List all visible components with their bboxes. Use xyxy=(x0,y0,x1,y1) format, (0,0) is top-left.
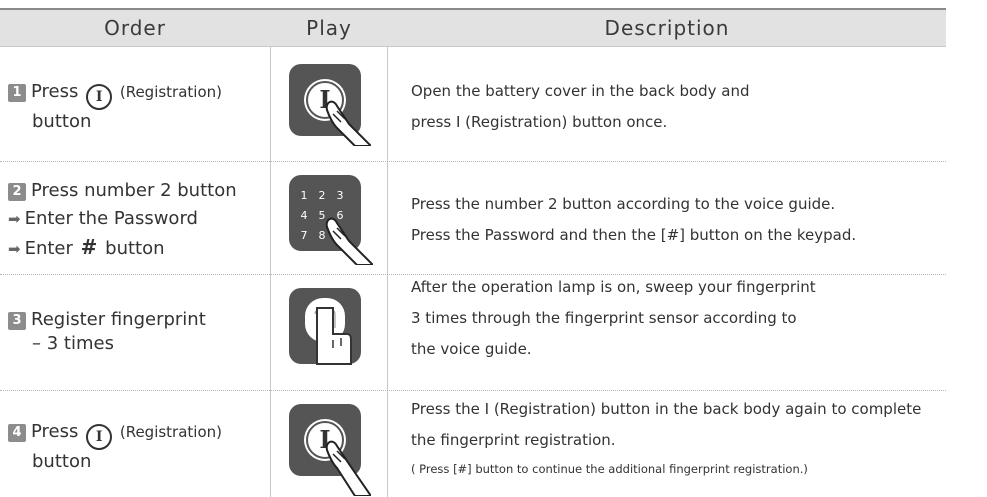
order-line: 2 Press number 2 button xyxy=(8,177,268,205)
order-cell: 1 Press I (Registration) button xyxy=(8,80,268,134)
description-line: Open the battery cover in the back body … xyxy=(411,82,750,100)
description-line: 3 times through the fingerprint sensor a… xyxy=(411,309,797,327)
keypad-key: 2 xyxy=(319,189,326,202)
description-line: After the operation lamp is on, sweep yo… xyxy=(411,278,816,296)
keypad-key: 1 xyxy=(301,189,308,202)
order-cell: 3 Register fingerprint – 3 times xyxy=(8,308,268,356)
order-text: Enter xyxy=(24,238,73,259)
description-cell: Open the battery cover in the back body … xyxy=(411,76,987,138)
order-text: Enter the Password xyxy=(24,208,198,229)
order-line: – 3 times xyxy=(32,333,114,354)
keypad-key: 5 xyxy=(319,209,326,222)
play-cell: I xyxy=(271,390,387,497)
order-text: Register fingerprint xyxy=(31,309,206,330)
description-cell: After the operation lamp is on, sweep yo… xyxy=(411,272,987,365)
hash-key-icon: # xyxy=(80,235,98,259)
description-cell: Press the number 2 button according to t… xyxy=(411,189,987,251)
table-header: Order Play Description xyxy=(0,10,946,47)
play-cell xyxy=(271,274,387,390)
play-cell: 1 2 3 4 5 6 7 8 xyxy=(271,161,387,274)
order-text: (Registration) xyxy=(119,423,223,441)
play-cell: I xyxy=(271,46,387,161)
fingerprint-sweep-icon xyxy=(289,288,361,365)
order-line: button xyxy=(32,451,92,472)
header-description: Description xyxy=(604,16,730,40)
step-number-badge: 2 xyxy=(8,183,26,201)
step-number-badge: 3 xyxy=(8,312,26,330)
order-text: (Registration) xyxy=(119,83,223,101)
order-line: ➡ Enter the Password xyxy=(8,205,268,233)
table-row: 4 Press I (Registration) button I Press t… xyxy=(0,390,987,497)
order-line: 1 Press I (Registration) xyxy=(8,80,268,110)
description-note: ( Press [#] button to continue the addit… xyxy=(411,462,808,476)
keypad-key: 6 xyxy=(337,209,344,222)
description-line: press Ⅰ (Registration) button once. xyxy=(411,113,668,131)
order-line: 3 Register fingerprint xyxy=(8,308,268,332)
keypad-key: 8 xyxy=(319,229,326,242)
table-row: 3 Register fingerprint – 3 times After th… xyxy=(0,274,987,390)
description-line: Press the Ⅰ (Registration) button in the… xyxy=(411,400,922,418)
keypad-key: 4 xyxy=(301,209,308,222)
order-text: Press number 2 button xyxy=(31,180,237,201)
arrow-right-icon: ➡ xyxy=(8,240,21,258)
table-row: 2 Press number 2 button ➡ Enter the Passwo… xyxy=(0,161,987,274)
keypad-press-icon: 1 2 3 4 5 6 7 8 xyxy=(289,175,373,265)
header-play: Play xyxy=(306,16,352,40)
registration-steps-table: Order Play Description 1 Press I (Registr… xyxy=(0,0,987,497)
keypad-key: 3 xyxy=(337,189,344,202)
registration-symbol-icon: I xyxy=(86,424,113,450)
registration-symbol-icon: I xyxy=(86,84,113,110)
description-line: Press the Password and then the [#] butt… xyxy=(411,226,857,244)
step-number-badge: 4 xyxy=(8,424,26,442)
registration-button-press-icon: I xyxy=(289,64,371,146)
arrow-right-icon: ➡ xyxy=(8,210,21,228)
order-text: button xyxy=(105,238,165,259)
order-cell: 2 Press number 2 button ➡ Enter the Passwo… xyxy=(8,177,268,263)
order-text: Press xyxy=(31,81,79,102)
registration-button-press-icon: I xyxy=(289,404,371,496)
step-number-badge: 1 xyxy=(8,84,26,102)
order-cell: 4 Press I (Registration) button xyxy=(8,420,268,474)
description-line: Press the number 2 button according to t… xyxy=(411,195,836,213)
description-cell: Press the Ⅰ (Registration) button in the… xyxy=(411,394,987,482)
order-line: ➡ Enter # button xyxy=(8,233,268,263)
description-line: the fingerprint registration. xyxy=(411,431,616,449)
order-text: Press xyxy=(31,421,79,442)
order-line: 4 Press I (Registration) xyxy=(8,420,268,450)
table-row: 1 Press I (Registration) button I Open th… xyxy=(0,46,987,161)
keypad-key: 7 xyxy=(301,229,308,242)
header-order: Order xyxy=(104,16,166,40)
order-line: button xyxy=(32,111,92,132)
description-line: the voice guide. xyxy=(411,340,532,358)
